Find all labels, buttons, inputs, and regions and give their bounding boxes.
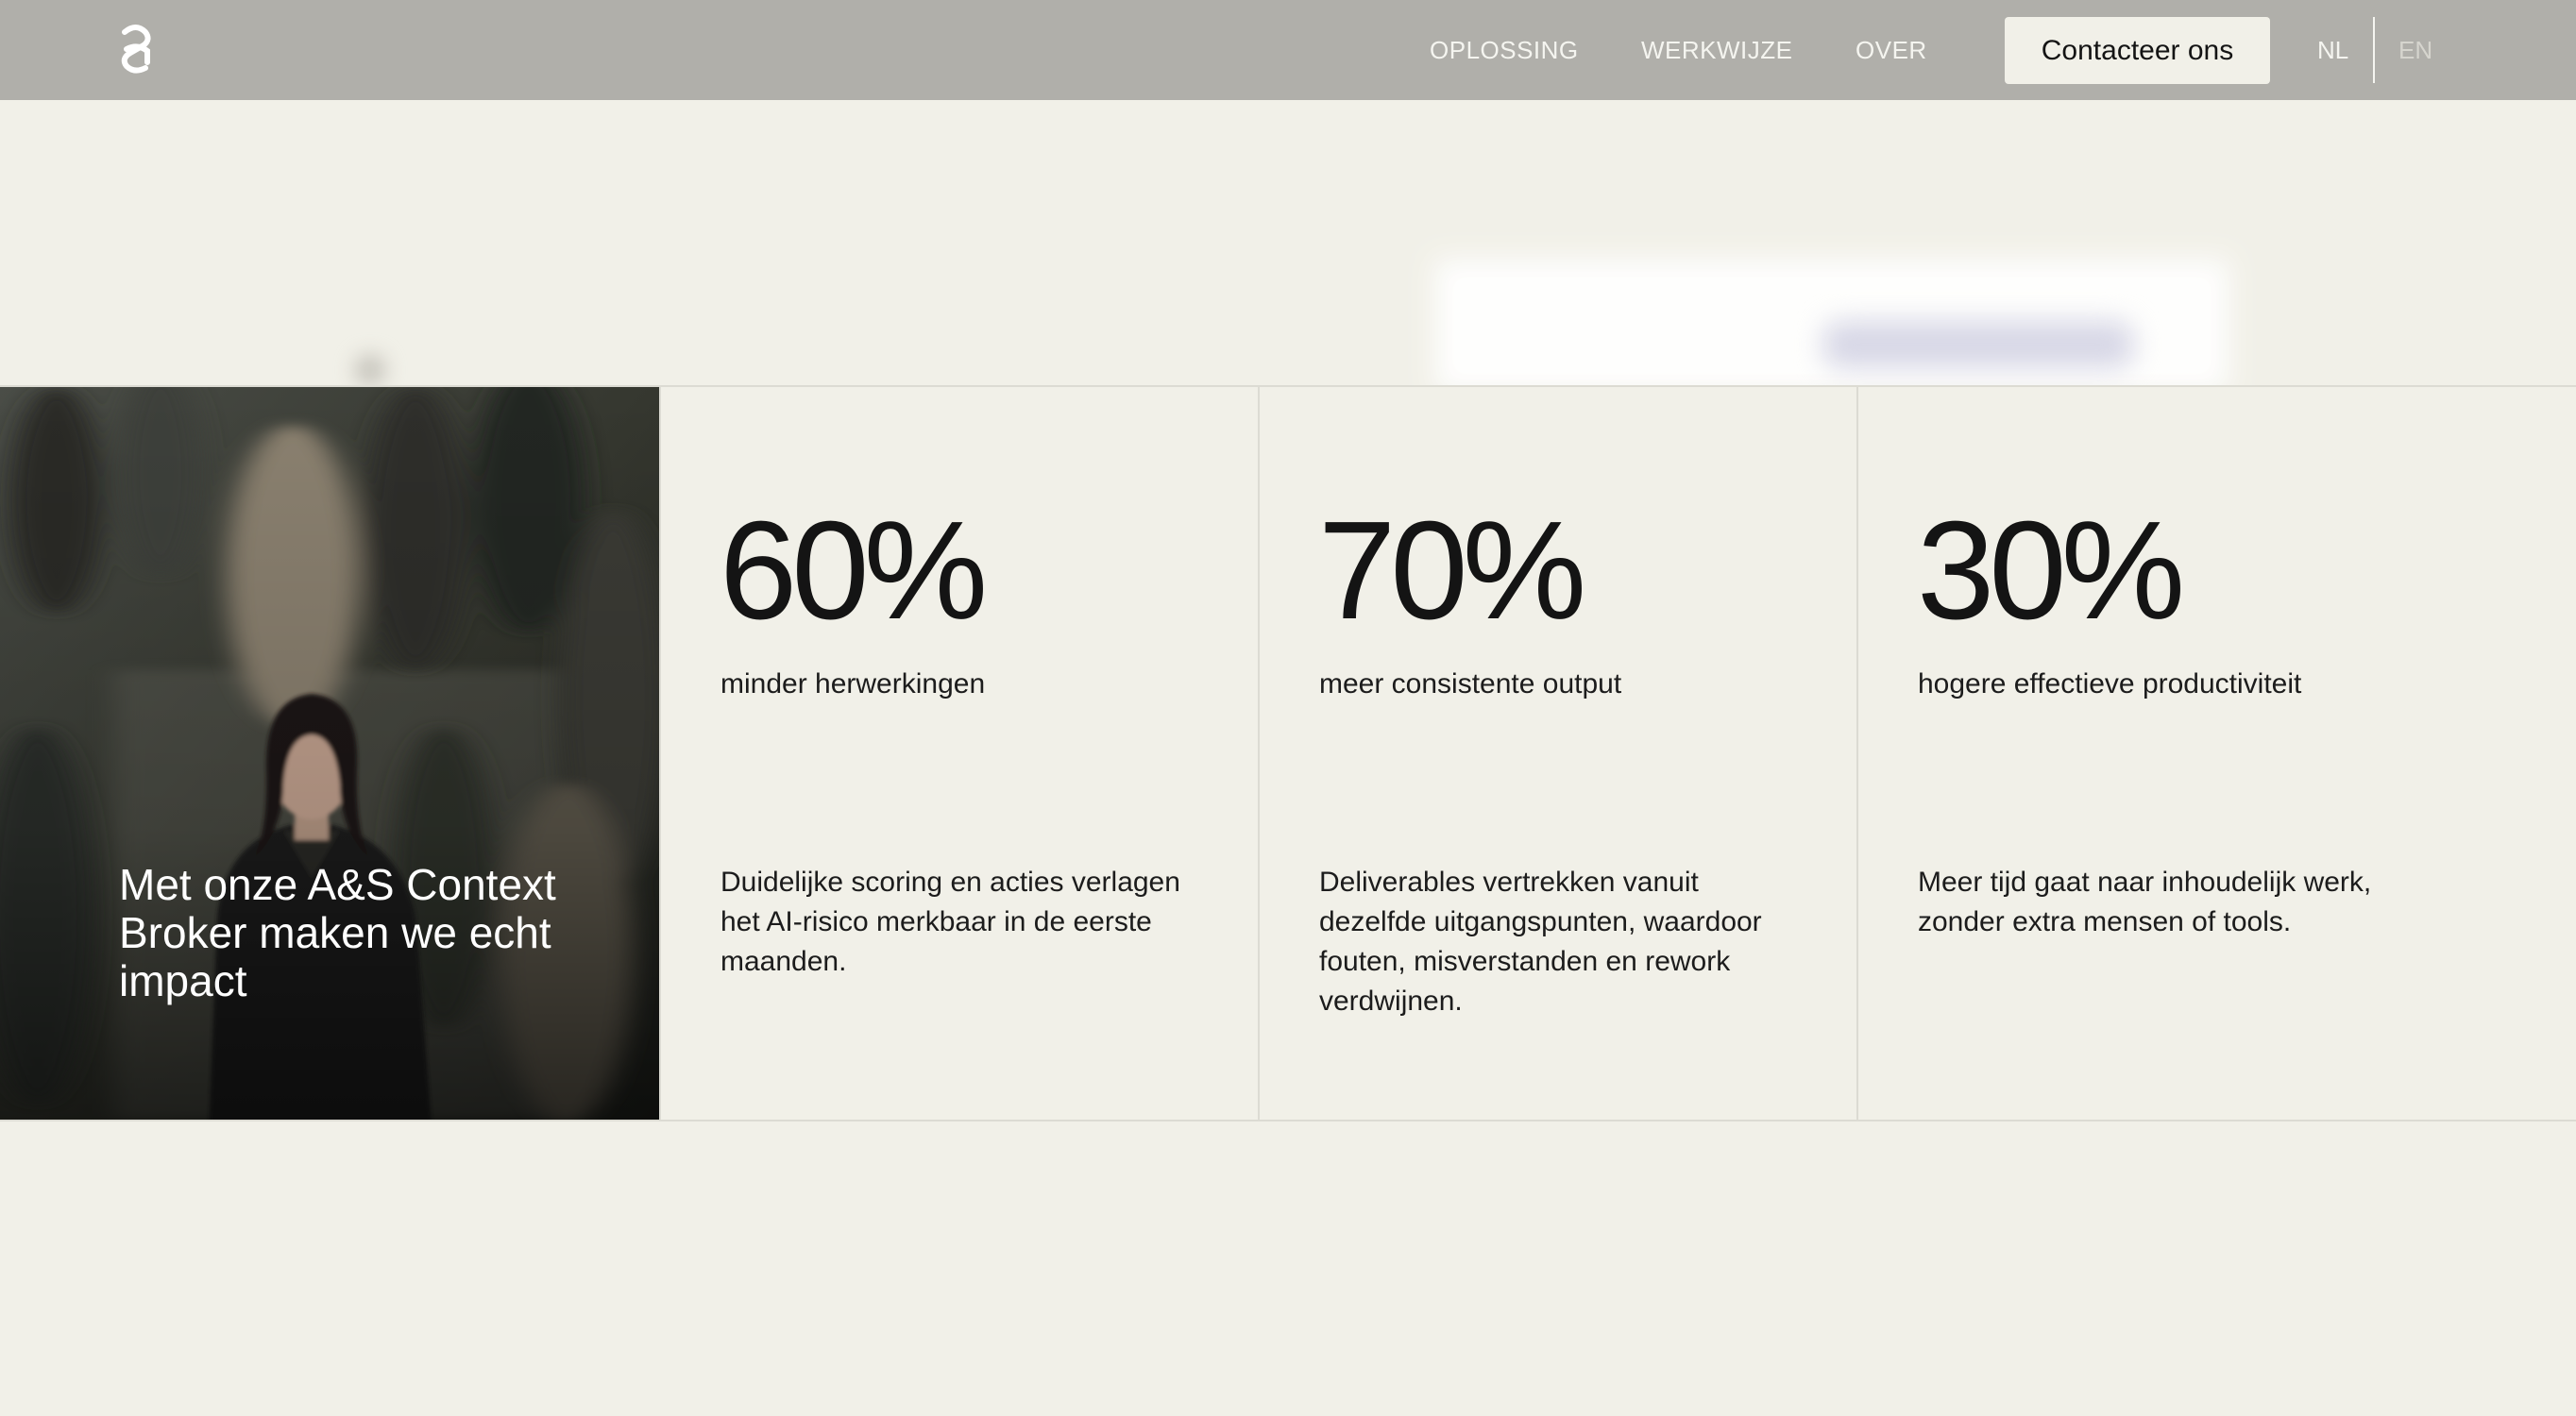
contact-button[interactable]: Contacteer ons <box>2005 17 2270 84</box>
stat-value: 30% <box>1917 493 2185 649</box>
stat-label: minder herwerkingen <box>720 668 986 700</box>
site-header: OPLOSSING WERKWIJZE OVER Contacteer ons … <box>0 0 2576 100</box>
nav-link-over[interactable]: OVER <box>1856 36 1927 65</box>
photo-caption: Met onze A&S Context Broker maken we ech… <box>119 860 556 1005</box>
stat-value: 60% <box>720 493 988 649</box>
stat-card-1: 60% minder herwerkingen Duidelijke scori… <box>659 387 1258 1120</box>
language-nl[interactable]: NL <box>2317 36 2348 65</box>
stat-value: 70% <box>1318 493 1586 649</box>
brand-logo-icon[interactable] <box>117 25 155 76</box>
language-en[interactable]: EN <box>2398 36 2432 65</box>
stat-card-3: 30% hogere effectieve productiviteit Mee… <box>1856 387 2576 1120</box>
blurred-preview-pill <box>1822 321 2134 368</box>
stat-card-2: 70% meer consistente output Deliverables… <box>1258 387 1856 1120</box>
stats-section: Met onze A&S Context Broker maken we ech… <box>0 385 2576 1121</box>
blurred-decoration <box>354 354 386 386</box>
stat-description: Deliverables vertrekken vanuit dezelfde … <box>1319 867 1762 1017</box>
crowd-photo-panel: Met onze A&S Context Broker maken we ech… <box>0 387 659 1120</box>
stat-description: Duidelijke scoring en acties verlagen he… <box>720 867 1180 977</box>
nav-link-oplossing[interactable]: OPLOSSING <box>1430 36 1579 65</box>
stat-description: Meer tijd gaat naar inhoudelijk werk, zo… <box>1918 867 2372 937</box>
stat-label: meer consistente output <box>1319 668 1622 700</box>
crowd-photo-image <box>0 387 659 1120</box>
stat-label: hogere effectieve productiviteit <box>1918 668 2302 700</box>
nav-link-werkwijze[interactable]: WERKWIJZE <box>1641 36 1793 65</box>
language-divider <box>2373 17 2375 83</box>
